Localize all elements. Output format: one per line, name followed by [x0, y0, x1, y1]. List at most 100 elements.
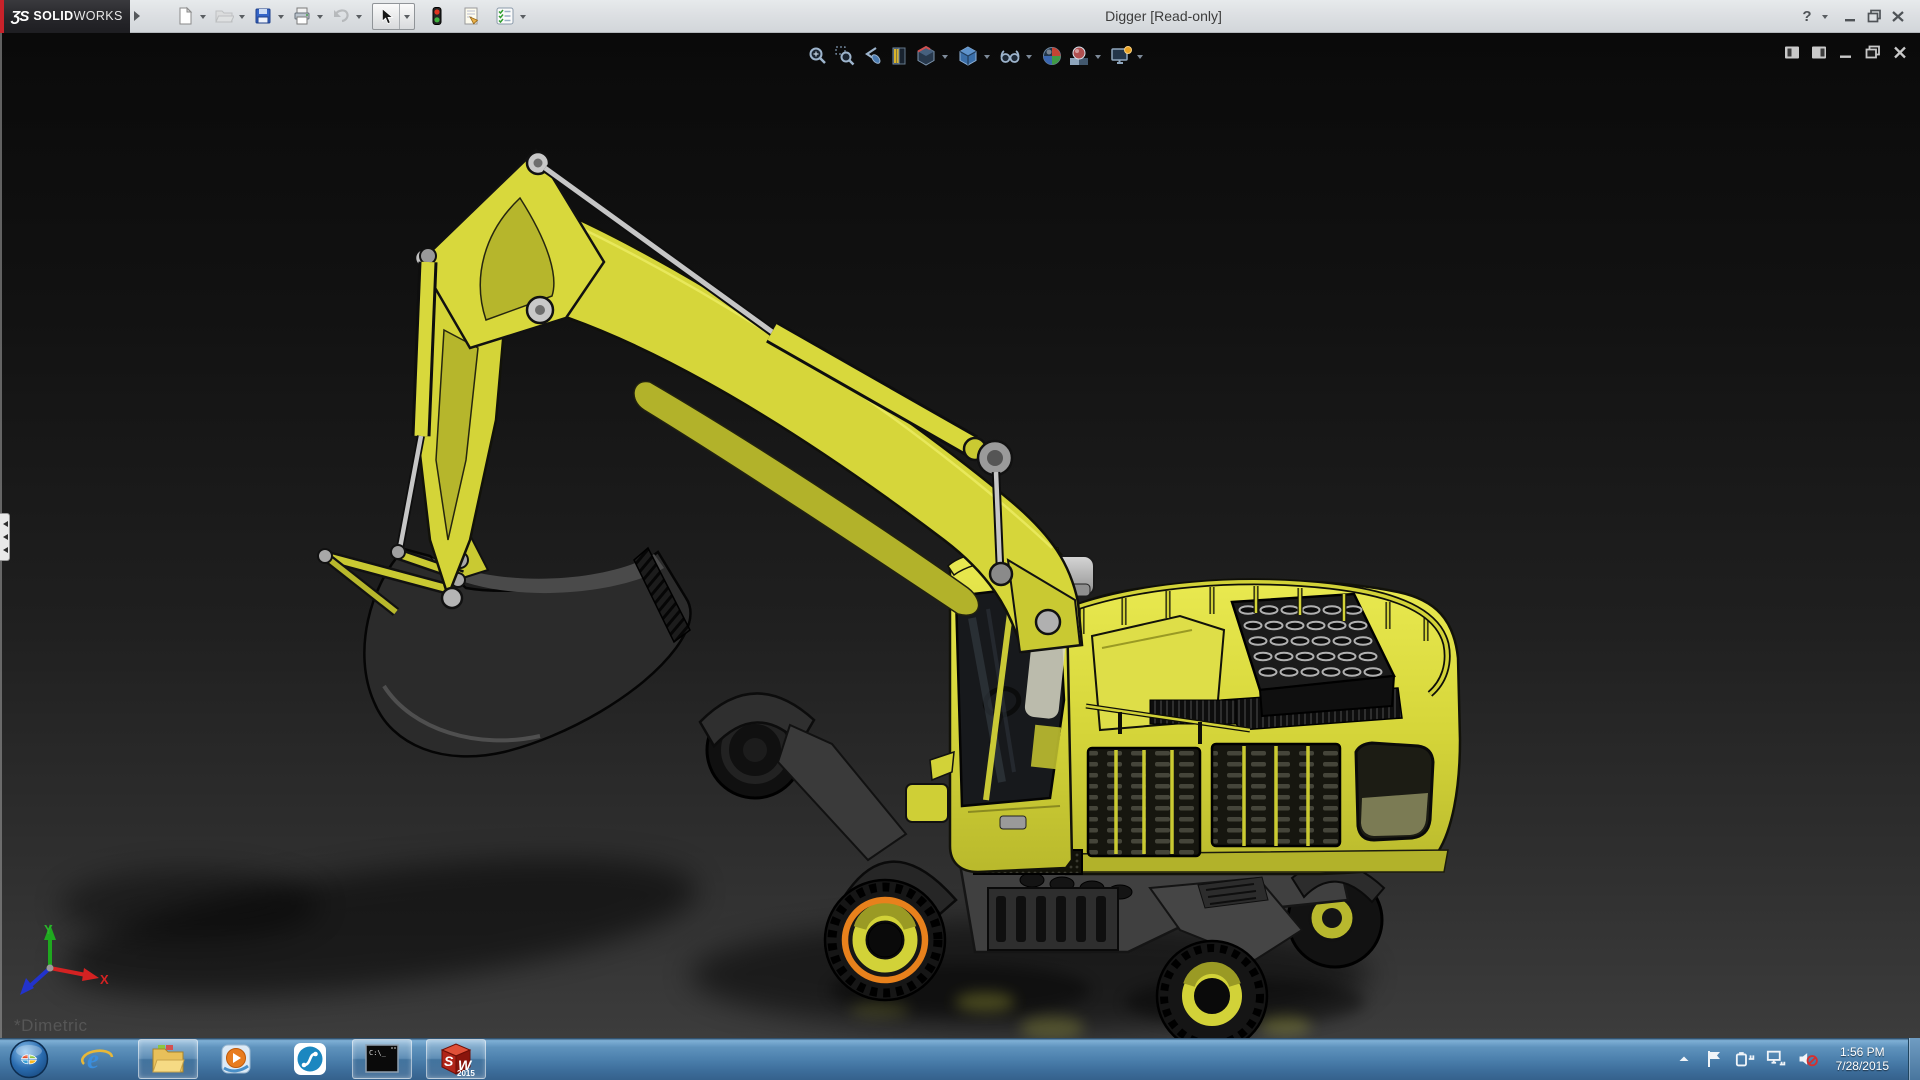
- select-tool-dropdown[interactable]: [399, 4, 414, 29]
- file-properties-button[interactable]: [459, 3, 483, 29]
- save-button[interactable]: [251, 3, 275, 29]
- show-right-pane-button[interactable]: [1809, 43, 1829, 61]
- previous-view-button[interactable]: [858, 43, 885, 69]
- panel-collapse-tab[interactable]: [0, 513, 10, 561]
- options-dropdown[interactable]: [520, 15, 526, 22]
- apply-scene-button[interactable]: [1065, 43, 1092, 69]
- volume-muted-icon: [1797, 1048, 1819, 1070]
- media-player-icon: [219, 1043, 253, 1075]
- folder-icon: [150, 1043, 186, 1075]
- help-dropdown[interactable]: [1822, 15, 1828, 22]
- graphics-viewport[interactable]: Y X: [0, 33, 1920, 1038]
- print-dropdown[interactable]: [317, 15, 323, 22]
- options-checklist-icon: [495, 6, 515, 26]
- svg-text:e: e: [87, 1044, 99, 1074]
- clock-date: 7/28/2015: [1836, 1059, 1889, 1073]
- windows-taskbar: e: [0, 1038, 1920, 1080]
- main-toolbar: [173, 3, 532, 30]
- solidworks-2015-icon: S W 2015: [437, 1041, 475, 1077]
- zoom-to-fit-icon: [806, 44, 830, 68]
- restore-icon: [1867, 9, 1882, 23]
- hide-show-items-dropdown[interactable]: [1026, 55, 1032, 62]
- hide-show-items-button[interactable]: [996, 43, 1023, 69]
- volume-button[interactable]: [1797, 1047, 1819, 1071]
- display-style-dropdown[interactable]: [984, 55, 990, 62]
- show-hidden-icons-button[interactable]: [1673, 1047, 1695, 1071]
- command-prompt-icon: C:\_: [364, 1044, 400, 1074]
- open-folder-icon: [214, 6, 234, 26]
- title-bar: ƷS SOLIDWORKS: [0, 0, 1920, 33]
- open-dropdown[interactable]: [239, 15, 245, 22]
- cab-step: [906, 784, 948, 822]
- start-button[interactable]: [8, 1038, 50, 1080]
- triad-y-label: Y: [44, 922, 53, 937]
- view-settings-icon: [1109, 44, 1133, 68]
- doc-close-button[interactable]: [1890, 43, 1910, 61]
- doc-restore-button[interactable]: [1863, 43, 1883, 61]
- power-button[interactable]: [1735, 1047, 1757, 1071]
- undo-dropdown[interactable]: [356, 15, 362, 22]
- edit-appearance-button[interactable]: [1038, 43, 1065, 69]
- clock-time: 1:56 PM: [1836, 1045, 1889, 1059]
- network-icon: [1766, 1049, 1788, 1069]
- rear-wheel[interactable]: [1157, 941, 1267, 1038]
- show-left-pane-button[interactable]: [1782, 43, 1802, 61]
- headsup-view-toolbar: [804, 43, 1149, 69]
- options-button[interactable]: [493, 3, 517, 29]
- restore-button[interactable]: [1862, 4, 1886, 28]
- taskbar-clock[interactable]: 1:56 PM 7/28/2015: [1828, 1045, 1897, 1073]
- view-orientation-dropdown[interactable]: [942, 55, 948, 62]
- rebuild-button[interactable]: [425, 3, 449, 29]
- select-arrow-icon: [377, 7, 395, 26]
- flag-icon: [1705, 1049, 1725, 1069]
- network-button[interactable]: [1766, 1047, 1788, 1071]
- save-dropdown[interactable]: [278, 15, 284, 22]
- open-button[interactable]: [212, 3, 236, 29]
- taskbar-share-app[interactable]: [284, 1039, 336, 1079]
- file-properties-icon: [461, 6, 481, 26]
- display-style-button[interactable]: [954, 43, 981, 69]
- windows-start-icon: [9, 1039, 49, 1079]
- excavator-model[interactable]: Y X: [0, 33, 1920, 1038]
- taskbar-solidworks[interactable]: S W 2015: [426, 1039, 486, 1079]
- new-dropdown[interactable]: [200, 15, 206, 22]
- undo-button[interactable]: [329, 3, 353, 29]
- taskbar-internet-explorer[interactable]: e: [72, 1039, 124, 1079]
- doc-restore-icon: [1865, 45, 1881, 59]
- minimize-button[interactable]: [1838, 4, 1862, 28]
- bucket[interactable]: [364, 535, 690, 756]
- view-orientation-icon: [914, 44, 938, 68]
- apply-scene-dropdown[interactable]: [1095, 55, 1101, 62]
- help-button[interactable]: ?: [1795, 4, 1819, 28]
- section-view-button[interactable]: [885, 43, 912, 69]
- zoom-to-fit-button[interactable]: [804, 43, 831, 69]
- select-tool-button[interactable]: [373, 4, 399, 29]
- sw-letter-s: S: [444, 1053, 454, 1069]
- undo-icon: [331, 6, 351, 26]
- new-document-icon: [175, 6, 195, 26]
- zoom-to-area-button[interactable]: [831, 43, 858, 69]
- new-document-button[interactable]: [173, 3, 197, 29]
- app-window-controls: ?: [1795, 4, 1910, 28]
- view-orientation-button[interactable]: [912, 43, 939, 69]
- appearance-sphere-icon: [1040, 44, 1064, 68]
- doc-close-icon: [1893, 46, 1907, 59]
- print-icon: [292, 6, 312, 26]
- share-app-icon: [292, 1042, 328, 1076]
- view-orientation-label: *Dimetric: [14, 1016, 87, 1036]
- action-center-button[interactable]: [1704, 1047, 1726, 1071]
- select-tool-group: [372, 3, 415, 30]
- show-desktop-button[interactable]: [1908, 1038, 1920, 1080]
- print-button[interactable]: [290, 3, 314, 29]
- close-button[interactable]: [1886, 4, 1910, 28]
- battery-plug-icon: [1735, 1049, 1757, 1069]
- taskbar-windows-explorer[interactable]: [138, 1039, 198, 1079]
- menu-expand-arrow[interactable]: [134, 11, 145, 21]
- taskbar-command-prompt[interactable]: C:\_: [352, 1039, 412, 1079]
- right-pane-icon: [1811, 45, 1828, 60]
- up-arrow-icon: [1677, 1053, 1691, 1065]
- taskbar-media-player[interactable]: [210, 1039, 262, 1079]
- view-settings-dropdown[interactable]: [1137, 55, 1143, 62]
- view-settings-button[interactable]: [1107, 43, 1134, 69]
- doc-minimize-button[interactable]: [1836, 43, 1856, 61]
